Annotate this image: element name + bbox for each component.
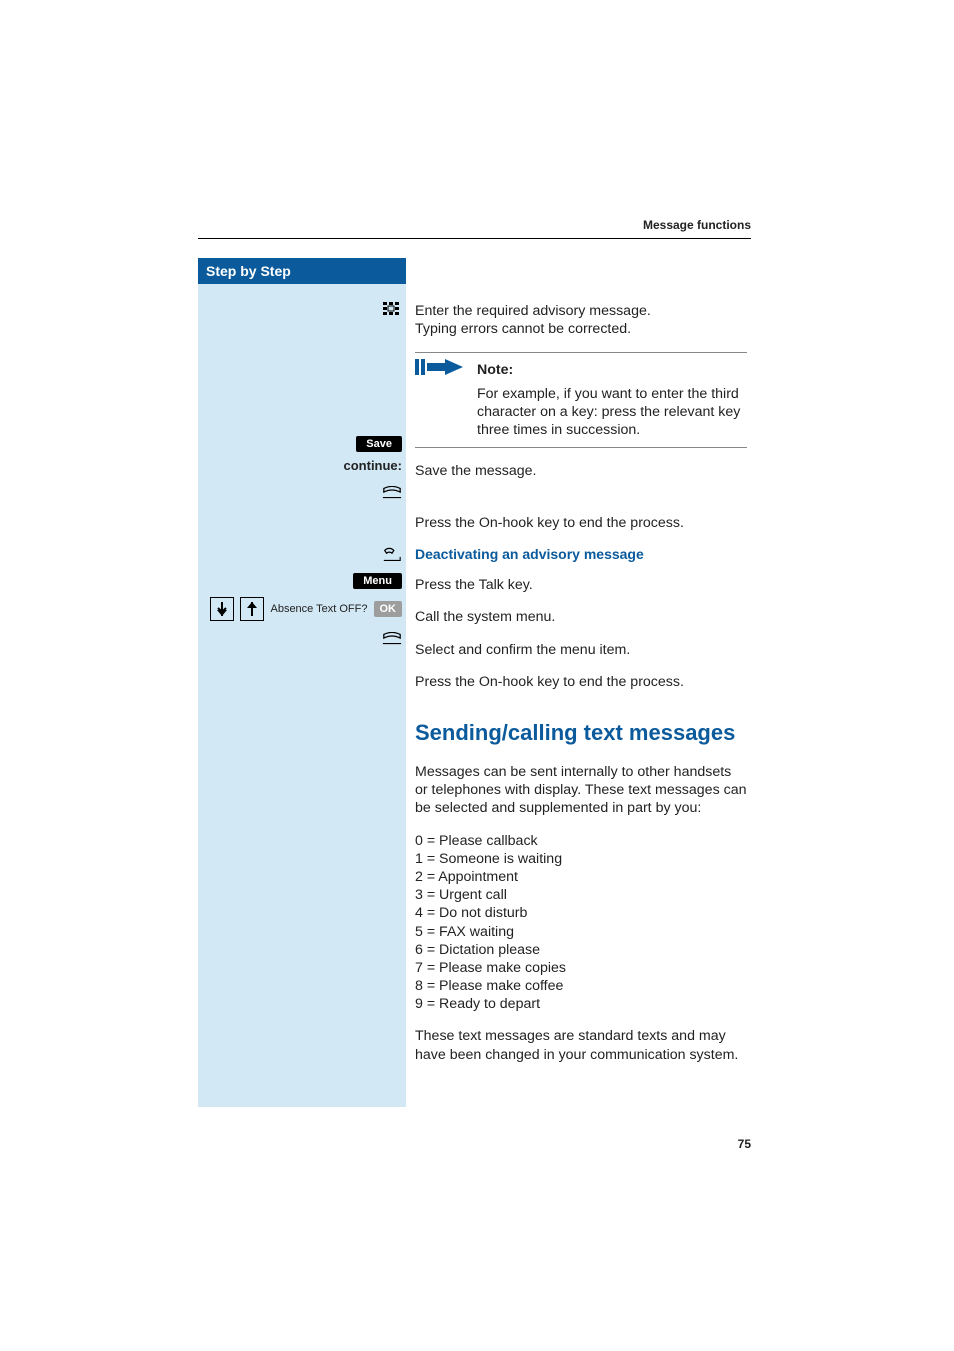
call-menu-text: Call the system menu. bbox=[415, 608, 747, 626]
arrow-down-icon bbox=[210, 597, 234, 621]
enter-message-line1: Enter the required advisory message. bbox=[415, 303, 651, 319]
save-message-text: Save the message. bbox=[415, 462, 747, 480]
arrow-up-icon bbox=[240, 597, 264, 621]
list-item: 9 = Ready to depart bbox=[415, 995, 747, 1013]
list-item: 1 = Someone is waiting bbox=[415, 850, 747, 868]
press-talk-text: Press the Talk key. bbox=[415, 576, 747, 594]
list-item: 5 = FAX waiting bbox=[415, 923, 747, 941]
onhook-key-icon bbox=[382, 631, 402, 647]
note-box: Note: For example, if you want to enter … bbox=[415, 352, 747, 448]
continue-label: continue: bbox=[344, 458, 403, 473]
ok-softkey: OK bbox=[374, 601, 403, 617]
list-item: 6 = Dictation please bbox=[415, 941, 747, 959]
messages-intro: Messages can be sent internally to other… bbox=[415, 763, 747, 818]
list-item: 8 = Please make coffee bbox=[415, 977, 747, 995]
onhook-text-1: Press the On-hook key to end the process… bbox=[415, 514, 747, 532]
note-body: For example, if you want to enter the th… bbox=[477, 385, 747, 440]
page-number: 75 bbox=[738, 1137, 751, 1151]
absence-text-off-label: Absence Text OFF? bbox=[270, 603, 367, 615]
list-item: 2 = Appointment bbox=[415, 868, 747, 886]
list-item: 3 = Urgent call bbox=[415, 886, 747, 904]
message-templates-list: 0 = Please callback 1 = Someone is waiti… bbox=[415, 832, 747, 1014]
onhook-text-2: Press the On-hook key to end the process… bbox=[415, 673, 747, 691]
sending-calling-heading: Sending/calling text messages bbox=[415, 719, 747, 747]
section-header: Message functions bbox=[643, 218, 751, 232]
note-arrow-icon bbox=[415, 359, 463, 380]
onhook-key-icon bbox=[382, 485, 402, 501]
standard-texts-note: These text messages are standard texts a… bbox=[415, 1027, 747, 1063]
list-item: 0 = Please callback bbox=[415, 832, 747, 850]
sidebar-step-column: Save continue: Menu bbox=[198, 280, 406, 647]
list-item: 4 = Do not disturb bbox=[415, 904, 747, 922]
select-confirm-text: Select and confirm the menu item. bbox=[415, 641, 747, 659]
enter-message-line2: Typing errors cannot be corrected. bbox=[415, 321, 631, 337]
list-item: 7 = Please make copies bbox=[415, 959, 747, 977]
content-column: Enter the required advisory message. Typ… bbox=[415, 280, 747, 1078]
deactivating-subheading: Deactivating an advisory message bbox=[415, 546, 747, 564]
note-label: Note: bbox=[477, 361, 513, 379]
talk-key-icon bbox=[382, 547, 402, 563]
keypad-icon bbox=[382, 302, 402, 318]
header-rule bbox=[198, 238, 751, 239]
save-softkey: Save bbox=[356, 436, 402, 452]
menu-softkey: Menu bbox=[353, 573, 402, 589]
